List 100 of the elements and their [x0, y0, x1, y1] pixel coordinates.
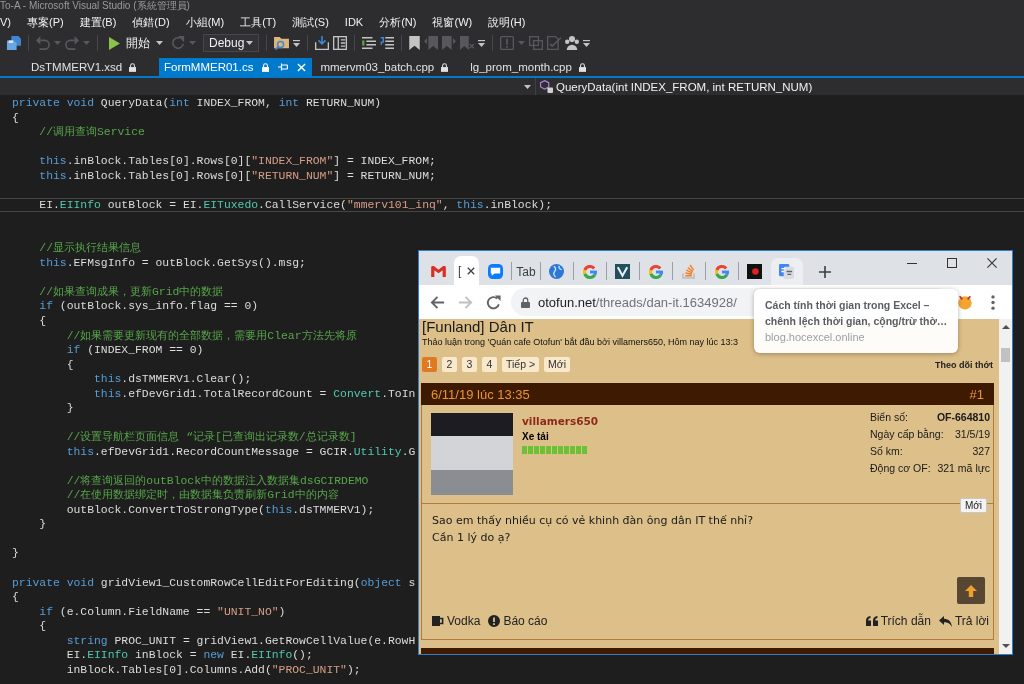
stat-value: OF-664810 [936, 410, 990, 425]
extension-icon[interactable] [957, 294, 973, 310]
code-line: { [12, 590, 19, 605]
code-line: this.efDevGrid1.RecordCountMessage = GCIR.Utility.G [66, 444, 416, 460]
scroll-top-button[interactable] [957, 577, 985, 604]
message-text: Sao em thấy nhiều cụ có vẻ khinh đàn ông dân IT thế nhỉ? [432, 513, 753, 529]
code-line: string PROC_UNIT = gridView1.GetRowCellValue(e.RowH [66, 633, 416, 649]
tray-arrow-icon[interactable] [315, 36, 329, 50]
scroll-up-arrow-icon[interactable] [1001, 325, 1010, 329]
code-line: this.inBlock.Tables[0].Rows[0]["RETURN_NUM"] = RETURN_NUM; [39, 168, 436, 184]
document-tab[interactable]: lg_prom_month.cpp [465, 58, 600, 76]
back-arrow-icon[interactable] [429, 294, 445, 310]
document-tab[interactable]: mmervm03_batch.cpp [315, 58, 463, 76]
arrow-up-icon [965, 584, 977, 597]
new-badge: Mới [959, 498, 987, 513]
g-logo-icon [582, 264, 597, 279]
menu-item[interactable]: 視窗(W) [424, 14, 481, 30]
report-link[interactable]: Báo cáo [488, 614, 548, 628]
menu-item[interactable]: 分析(N) [371, 14, 425, 30]
quote-link[interactable]: Trích dẫn [865, 614, 931, 628]
floppy-icon[interactable] [7, 36, 21, 50]
close-icon[interactable] [467, 266, 476, 275]
scroll-down-arrow-icon[interactable] [1001, 644, 1010, 648]
reply-link[interactable]: Trả lời [938, 614, 989, 628]
menu-item[interactable]: IDK [336, 14, 372, 30]
document-tab[interactable]: DsTMMERV1.xsd [26, 58, 156, 76]
stat-value: 31/5/19 [954, 427, 990, 442]
v-tile-icon [615, 264, 631, 279]
code-line: //将查询返回的outBlock中的数据注入数据集dsGCIRDEMO [66, 473, 369, 489]
lock-icon [262, 62, 270, 72]
code-line: { [39, 313, 47, 329]
code-line: inBlock.Tables[0].Columns.Add("PROC_UNIT"); [66, 662, 361, 678]
browser-tab[interactable]: [ [454, 256, 480, 285]
browser-tab[interactable]: Tab [512, 258, 540, 285]
stat-value: 327 [972, 444, 990, 459]
overflow-icon[interactable] [583, 39, 590, 47]
code-line: this.inBlock.Tables[0].Rows[0]["INDEX_FROM"] = INDEX_FROM; [39, 154, 436, 169]
menu-item[interactable]: 建置(B) [71, 14, 125, 30]
pin-icon[interactable] [278, 63, 289, 71]
stat-label: Động cơ OF: [870, 461, 931, 476]
page-button[interactable]: 3 [462, 357, 477, 372]
lock-icon [441, 62, 449, 72]
people-icon[interactable] [565, 36, 579, 50]
menu-item[interactable]: 測試(S) [284, 14, 337, 30]
lines-icon[interactable] [362, 36, 376, 50]
reply-arrow-icon [938, 615, 952, 627]
play-icon [109, 36, 120, 50]
vodka-link[interactable]: Vodka [432, 614, 481, 628]
menu-item[interactable]: 專案(P) [19, 14, 72, 30]
code-line: if (e.Column.FieldName == "UNIT_NO") [39, 604, 286, 620]
menu-item[interactable]: 工具(T) [232, 14, 285, 30]
plus-icon[interactable] [818, 265, 831, 278]
translate-icon [779, 264, 795, 279]
page-button[interactable]: Tiếp > [502, 357, 540, 372]
code-line: } [66, 401, 74, 416]
thread-title: [Funland] Dân IT [422, 319, 534, 335]
maximize-icon[interactable] [947, 258, 957, 268]
overflow-icon[interactable] [293, 39, 300, 47]
reload-icon[interactable] [485, 294, 501, 310]
lock-icon [129, 62, 137, 72]
globe-icon [549, 264, 565, 279]
minimize-icon[interactable] [907, 262, 917, 264]
bookmark-icon[interactable] [409, 36, 420, 50]
lock-icon [521, 296, 530, 308]
follow-thread-link[interactable]: Theo dõi thớt [935, 359, 993, 370]
code-line: //在使用数据绑定时，由数据集负责刷新Grid中的内容 [66, 488, 339, 503]
code-line: this.EFMsgInfo = outBlock.GetSys().msg; [39, 255, 306, 271]
username-link[interactable]: villamers650 [522, 414, 599, 428]
menu-item[interactable]: V) [0, 14, 19, 30]
start-button[interactable]: 開始 [107, 33, 165, 53]
lines-hook-icon[interactable] [380, 36, 394, 50]
menu-icon[interactable] [991, 294, 995, 310]
menu-item[interactable]: 偵錯(D) [124, 14, 178, 30]
close-icon[interactable] [987, 258, 997, 268]
code-line: if (outBlock.sys_info.flag == 0) [39, 299, 259, 314]
caret-icon [524, 84, 531, 89]
overflow-icon[interactable] [478, 39, 485, 47]
page-button[interactable]: 2 [442, 357, 457, 372]
code-line: this.efDevGrid1.TotalRecordCount = Convert.ToIn [94, 386, 416, 402]
scrollbar-thumb[interactable] [1001, 348, 1010, 362]
method-cube-icon [540, 80, 553, 93]
page-button[interactable]: Mới [544, 357, 571, 372]
chat-bubble-icon [487, 264, 503, 279]
post-date: 6/11/19 lúc 13:35 [431, 386, 530, 402]
code-line: EI.EIInfo inBlock = new EI.EIInfo(); [66, 648, 313, 663]
configuration-dropdown[interactable]: Debug [203, 34, 259, 52]
code-line: { [66, 357, 74, 373]
menu-item[interactable]: 小組(M) [177, 14, 233, 30]
code-line: } [12, 546, 19, 561]
g-logo-icon [714, 264, 729, 279]
document-tab[interactable]: FormMMER01.cs [159, 58, 313, 76]
page-button[interactable]: 4 [482, 357, 497, 372]
message-text: Cần 1 lý do ạ? [432, 530, 511, 546]
menu-item[interactable]: 說明(H) [480, 14, 534, 30]
lock-icon [578, 62, 586, 72]
post-number-link[interactable]: #1 [969, 386, 984, 402]
folder-search-icon[interactable] [274, 36, 289, 50]
envelope-icon [430, 266, 446, 277]
panel-icon[interactable] [333, 36, 347, 50]
code-line: { [39, 619, 47, 634]
